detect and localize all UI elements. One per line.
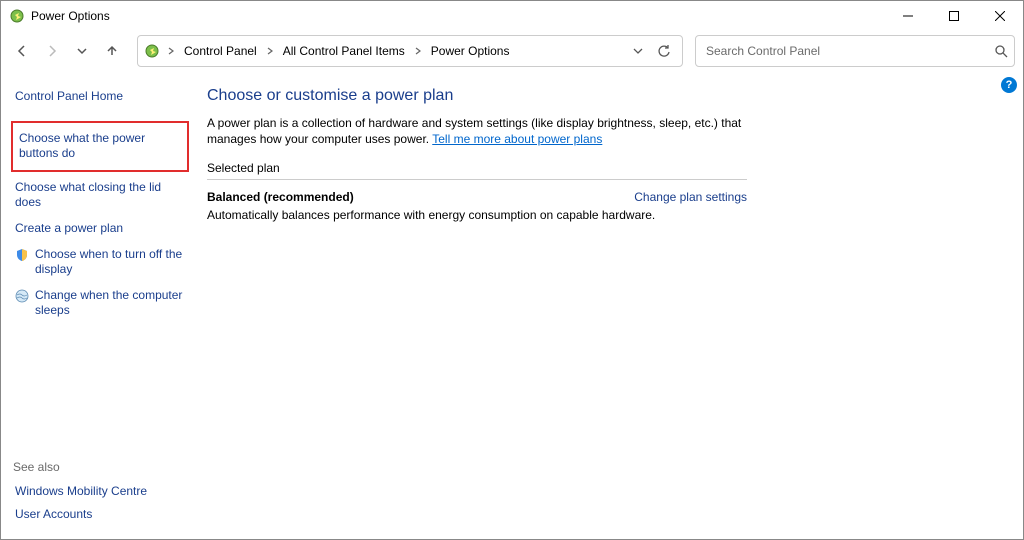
help-button[interactable]: ? [1001, 77, 1017, 93]
breadcrumb[interactable]: Control Panel [178, 42, 263, 60]
control-panel-home-label: Control Panel Home [15, 89, 123, 105]
titlebar: Power Options [1, 1, 1023, 31]
address-dropdown-button[interactable] [626, 39, 650, 63]
maximize-button[interactable] [931, 1, 977, 31]
main-panel: ? Choose or customise a power plan A pow… [191, 71, 1023, 539]
highlighted-selection: Choose what the power buttons do [11, 121, 189, 172]
forward-button[interactable] [39, 38, 65, 64]
see-also-link-label: Windows Mobility Centre [15, 484, 147, 500]
sidebar-link-label: Choose what the power buttons do [19, 131, 181, 162]
refresh-button[interactable] [652, 39, 676, 63]
plan-description: Automatically balances performance with … [207, 208, 707, 222]
sidebar-link-label: Create a power plan [15, 221, 123, 237]
see-also-mobility-centre[interactable]: Windows Mobility Centre [13, 480, 187, 504]
plan-name: Balanced (recommended) [207, 190, 354, 204]
address-bar-icon [144, 43, 160, 59]
breadcrumb[interactable]: All Control Panel Items [277, 42, 411, 60]
content-area: Control Panel Home Choose what the power… [1, 71, 1023, 539]
sidebar-link-power-buttons[interactable]: Choose what the power buttons do [17, 127, 183, 166]
address-bar[interactable]: Control Panel All Control Panel Items Po… [137, 35, 683, 67]
selected-plan-label: Selected plan [207, 161, 1003, 175]
minimize-button[interactable] [885, 1, 931, 31]
chevron-right-icon[interactable] [265, 47, 275, 55]
sidebar: Control Panel Home Choose what the power… [1, 71, 191, 539]
window-title: Power Options [31, 9, 110, 23]
see-also-label: See also [13, 460, 187, 474]
change-plan-settings-link[interactable]: Change plan settings [634, 190, 747, 204]
sidebar-link-label: Choose when to turn off the display [35, 247, 185, 278]
up-button[interactable] [99, 38, 125, 64]
back-button[interactable] [9, 38, 35, 64]
divider [207, 179, 747, 180]
plan-row: Balanced (recommended) Change plan setti… [207, 190, 747, 204]
search-box[interactable] [695, 35, 1015, 67]
chevron-right-icon[interactable] [166, 47, 176, 55]
sidebar-link-computer-sleeps[interactable]: Change when the computer sleeps [13, 284, 187, 323]
sidebar-link-create-plan[interactable]: Create a power plan [13, 217, 187, 241]
sidebar-link-label: Choose what closing the lid does [15, 180, 185, 211]
search-icon[interactable] [994, 44, 1008, 58]
see-also-section: See also Windows Mobility Centre User Ac… [13, 448, 187, 527]
chevron-right-icon[interactable] [413, 47, 423, 55]
recent-locations-button[interactable] [69, 38, 95, 64]
page-description: A power plan is a collection of hardware… [207, 115, 747, 147]
shield-icon [15, 248, 29, 262]
control-panel-home-link[interactable]: Control Panel Home [13, 85, 187, 109]
sidebar-link-closing-lid[interactable]: Choose what closing the lid does [13, 176, 187, 215]
breadcrumb[interactable]: Power Options [425, 42, 516, 60]
globe-icon [15, 289, 29, 303]
sidebar-link-turn-off-display[interactable]: Choose when to turn off the display [13, 243, 187, 282]
sidebar-link-label: Change when the computer sleeps [35, 288, 185, 319]
close-button[interactable] [977, 1, 1023, 31]
power-options-icon [9, 8, 25, 24]
nav-toolbar: Control Panel All Control Panel Items Po… [1, 31, 1023, 71]
learn-more-link[interactable]: Tell me more about power plans [432, 132, 602, 146]
see-also-link-label: User Accounts [15, 507, 92, 523]
search-input[interactable] [696, 36, 1014, 66]
see-also-user-accounts[interactable]: User Accounts [13, 503, 187, 527]
window-controls [885, 1, 1023, 31]
page-heading: Choose or customise a power plan [207, 87, 1003, 105]
